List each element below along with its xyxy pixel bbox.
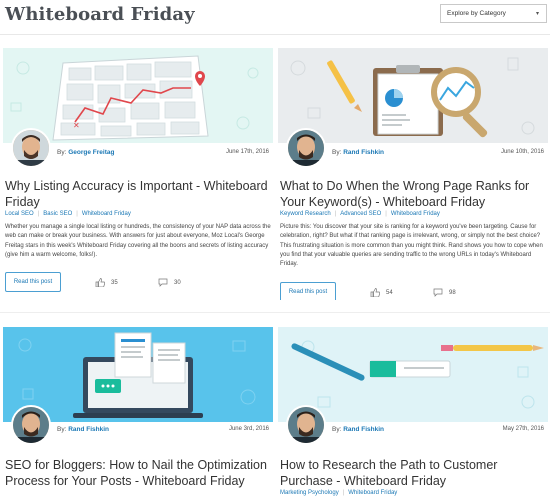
tag-link[interactable]: Whiteboard Friday [391,211,440,217]
author-link[interactable]: Rand Fishkin [68,426,109,433]
tag-separator: | [342,490,345,496]
comments-value: 30 [174,279,181,286]
explore-label: Explore by Category [447,10,506,17]
byline-prefix: By: [332,426,342,433]
author-avatar[interactable] [286,128,326,168]
post-date: June 17th, 2016 [225,149,269,155]
comments-value: 98 [449,289,456,296]
thumbs-up-icon [370,288,380,297]
author-photo [288,130,324,166]
post-hero-image[interactable]: ✕ [3,48,273,143]
likes-value: 54 [386,289,393,296]
post-date: June 10th, 2016 [500,149,544,155]
author-avatar[interactable] [286,405,326,445]
post-date: June 3rd, 2016 [228,426,269,432]
post-tags: Local SEO | Basic SEO | Whiteboard Friday [5,211,131,217]
tag-link[interactable]: Local SEO [5,211,34,217]
chevron-down-icon: ▾ [535,11,539,17]
post-card: By: Rand Fishkin June 10th, 2016 What to… [278,48,548,300]
author-photo [288,407,324,443]
author-link[interactable]: Rand Fishkin [343,149,384,156]
tag-link[interactable]: Keyword Research [280,211,331,217]
likes-value: 35 [111,279,118,286]
tag-separator: | [37,211,40,217]
tag-separator: | [385,211,387,217]
tag-link[interactable]: Basic SEO [43,211,72,217]
blogging-illustration [3,327,273,422]
byline-prefix: By: [57,149,67,156]
comment-bubble-icon [433,288,443,297]
post-card: ✕ By: George Freitag June 17th, 2016 Why… [3,48,273,300]
tag-separator: | [334,211,337,217]
tag-separator: | [76,211,78,217]
post-byline: By: George Freitag [57,149,114,156]
post-tags: Marketing Psychology | Whiteboard Friday [280,490,397,496]
tag-link[interactable]: Marketing Psychology [280,490,339,496]
page-header: Whiteboard Friday Explore by Category ▾ [0,0,550,34]
post-byline: By: Rand Fishkin [57,426,109,433]
post-tags: Keyword Research | Advanced SEO | Whiteboard… [280,211,440,217]
read-post-button[interactable]: Read this post [280,282,336,300]
post-excerpt: Picture this: You discover that your sit… [280,224,543,268]
post-hero-image[interactable] [278,48,548,143]
byline-prefix: By: [332,149,342,156]
explore-by-category-select[interactable]: Explore by Category ▾ [440,4,547,23]
author-photo [13,407,49,443]
research-illustration [278,327,548,422]
post-hero-image[interactable] [278,327,548,422]
page: Whiteboard Friday Explore by Category ▾ [0,0,550,502]
post-title[interactable]: Why Listing Accuracy is Important - Whit… [5,179,271,210]
author-avatar[interactable] [11,128,51,168]
author-link[interactable]: Rand Fishkin [343,426,384,433]
post-hero-image[interactable] [3,327,273,422]
byline-prefix: By: [57,426,67,433]
post-byline: By: Rand Fishkin [332,149,384,156]
tag-link[interactable]: Advanced SEO [340,211,381,217]
post-excerpt: Whether you manage a single local listin… [5,224,271,258]
read-post-button[interactable]: Read this post [5,272,61,292]
post-title[interactable]: SEO for Bloggers: How to Nail the Optimi… [5,458,271,489]
likes-count[interactable]: 54 [370,288,393,297]
header-divider [0,34,550,35]
page-title: Whiteboard Friday [5,4,195,25]
comments-count[interactable]: 98 [433,288,456,297]
analytics-illustration [278,48,548,143]
tag-link[interactable]: Whiteboard Friday [348,490,397,496]
svg-text:✕: ✕ [73,121,80,130]
likes-count[interactable]: 35 [95,278,118,287]
thumbs-up-icon [95,278,105,287]
author-avatar[interactable] [11,405,51,445]
row-divider [0,312,550,313]
author-photo [13,130,49,166]
map-illustration: ✕ [3,48,273,143]
post-byline: By: Rand Fishkin [332,426,384,433]
tag-link[interactable]: Whiteboard Friday [82,211,131,217]
post-card: By: Rand Fishkin June 3rd, 2016 SEO for … [3,327,273,502]
author-link[interactable]: George Freitag [68,149,114,156]
post-date: May 27th, 2016 [502,426,544,432]
comments-count[interactable]: 30 [158,278,181,287]
post-title[interactable]: What to Do When the Wrong Page Ranks for… [280,179,546,210]
post-title[interactable]: How to Research the Path to Customer Pur… [280,458,546,489]
post-card: By: Rand Fishkin May 27th, 2016 How to R… [278,327,548,502]
comment-bubble-icon [158,278,168,287]
